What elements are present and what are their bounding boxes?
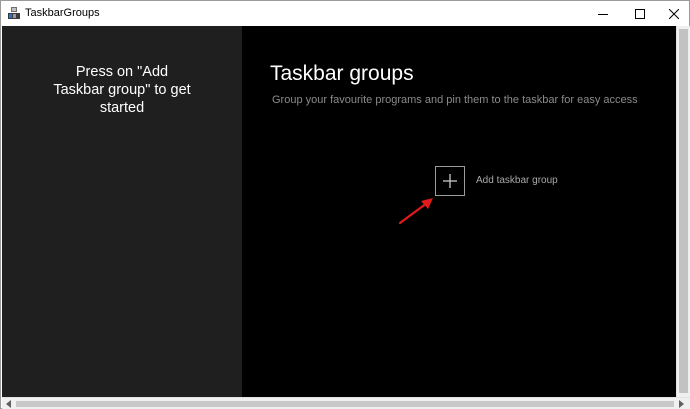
sidebar-hint-text: Press on "Add Taskbar group" to get star… <box>53 64 191 116</box>
maximize-button[interactable] <box>623 1 657 26</box>
add-taskbar-group-button[interactable] <box>435 166 465 196</box>
taskbar-groups-icon <box>8 7 20 19</box>
maximize-icon <box>635 8 645 19</box>
sidebar: Press on "Add Taskbar group" to get star… <box>2 26 242 397</box>
arrow-icon <box>398 198 433 225</box>
horizontal-scroll-thumb[interactable] <box>16 401 674 407</box>
vertical-scrollbar[interactable] <box>676 26 690 397</box>
scroll-left-icon[interactable] <box>5 400 12 408</box>
vertical-scroll-thumb[interactable] <box>679 29 688 393</box>
page-title: Taskbar groups <box>270 62 414 85</box>
app-window: TaskbarGroups Press on "Add Taskbar grou… <box>0 0 690 409</box>
title-bar[interactable]: TaskbarGroups <box>1 1 689 26</box>
window-title: TaskbarGroups <box>25 7 100 19</box>
main-panel: Taskbar groups Group your favourite prog… <box>242 26 676 397</box>
minimize-icon <box>598 13 608 15</box>
add-taskbar-group-label[interactable]: Add taskbar group <box>476 174 558 187</box>
close-icon <box>669 8 679 19</box>
horizontal-scrollbar[interactable] <box>2 397 690 409</box>
close-button[interactable] <box>657 1 690 26</box>
minimize-button[interactable] <box>586 1 620 26</box>
plus-icon <box>443 174 457 188</box>
page-subtitle: Group your favourite programs and pin th… <box>272 94 638 106</box>
scroll-right-icon[interactable] <box>678 400 685 408</box>
